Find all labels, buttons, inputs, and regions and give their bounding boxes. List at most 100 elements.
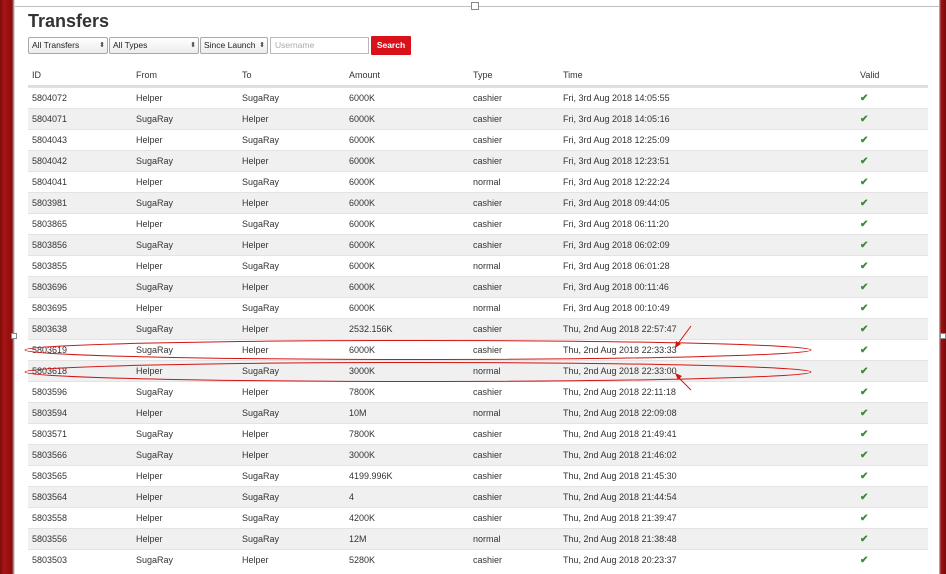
cell-id: 5803865	[32, 219, 68, 229]
period-select-value: Since Launch	[204, 40, 256, 50]
cell-to: Helper	[242, 156, 269, 166]
cell-from: Helper	[136, 261, 163, 271]
table-row[interactable]: 5803565 Helper SugaRay 4199.996K cashier Thu,…	[28, 465, 928, 486]
header-type[interactable]: Type	[473, 67, 493, 83]
checkmark-icon: ✔	[860, 555, 869, 566]
table-row[interactable]: 5804072 Helper SugaRay 6000K cashier Fri, 3rd…	[28, 87, 928, 108]
cell-time: Fri, 3rd Aug 2018 06:02:09	[563, 240, 670, 250]
resize-handle-left[interactable]	[11, 333, 17, 339]
checkmark-icon: ✔	[860, 93, 869, 104]
table-row[interactable]: 5803556 Helper SugaRay 12M normal Thu, 2nd Au…	[28, 528, 928, 549]
cell-id: 5803556	[32, 534, 68, 544]
cell-amount: 10M	[349, 408, 367, 418]
header-amount[interactable]: Amount	[349, 67, 380, 83]
updown-arrow-icon: ⬍	[259, 42, 265, 49]
updown-arrow-icon: ⬍	[99, 42, 105, 49]
table-row[interactable]: 5804042 SugaRay Helper 6000K cashier Fri, 3rd…	[28, 150, 928, 171]
cell-type: cashier	[473, 198, 503, 208]
cell-id: 5803594	[32, 408, 68, 418]
cell-amount: 5280K	[349, 555, 376, 565]
cell-from: SugaRay	[136, 555, 174, 565]
header-id[interactable]: ID	[32, 67, 41, 83]
transfers-select[interactable]: All Transfers ⬍	[28, 37, 108, 54]
cell-to: Helper	[242, 282, 269, 292]
cell-to: Helper	[242, 114, 269, 124]
username-input[interactable]: Username	[270, 37, 369, 54]
table-row[interactable]: 5803619 SugaRay Helper 6000K cashier Thu, 2nd…	[28, 339, 928, 360]
cell-from: Helper	[136, 219, 163, 229]
cell-id: 5803503	[32, 555, 68, 565]
table-row[interactable]: 5803566 SugaRay Helper 3000K cashier Thu, 2nd…	[28, 444, 928, 465]
resize-handle-top[interactable]	[471, 2, 479, 10]
cell-type: cashier	[473, 555, 503, 565]
cell-time: Thu, 2nd Aug 2018 22:57:47	[563, 324, 677, 334]
header-valid[interactable]: Valid	[860, 67, 879, 83]
cell-type: normal	[473, 261, 501, 271]
cell-to: Helper	[242, 555, 269, 565]
cell-id: 5803618	[32, 366, 68, 376]
table-body: 5804072 Helper SugaRay 6000K cashier Fri, 3rd…	[28, 87, 928, 570]
cell-amount: 3000K	[349, 450, 376, 460]
cell-type: cashier	[473, 387, 503, 397]
types-select-value: All Types	[113, 40, 148, 50]
resize-handle-right[interactable]	[940, 333, 946, 339]
table-row[interactable]: 5803558 Helper SugaRay 4200K cashier Thu, 2nd…	[28, 507, 928, 528]
table-row[interactable]: 5803594 Helper SugaRay 10M normal Thu, 2nd Au…	[28, 402, 928, 423]
checkmark-icon: ✔	[860, 177, 869, 188]
table-row[interactable]: 5803596 SugaRay Helper 7800K cashier Thu, 2nd…	[28, 381, 928, 402]
table-row[interactable]: 5803695 Helper SugaRay 6000K normal Fri, 3rd …	[28, 297, 928, 318]
cell-type: cashier	[473, 135, 503, 145]
header-time[interactable]: Time	[563, 67, 583, 83]
checkmark-icon: ✔	[860, 303, 869, 314]
window-frame-right	[939, 0, 946, 574]
header-to[interactable]: To	[242, 67, 252, 83]
period-select[interactable]: Since Launch ⬍	[200, 37, 268, 54]
table-row[interactable]: 5803564 Helper SugaRay 4 cashier Thu, 2nd Aug…	[28, 486, 928, 507]
types-select[interactable]: All Types ⬍	[109, 37, 199, 54]
page-title: Transfers	[28, 11, 110, 31]
table-row[interactable]: 5803503 SugaRay Helper 5280K cashier Thu, 2nd…	[28, 549, 928, 570]
cell-to: Helper	[242, 387, 269, 397]
cell-amount: 6000K	[349, 261, 376, 271]
search-button[interactable]: Search	[371, 36, 411, 55]
table-row[interactable]: 5803981 SugaRay Helper 6000K cashier Fri, 3rd…	[28, 192, 928, 213]
header-from[interactable]: From	[136, 67, 157, 83]
cell-from: Helper	[136, 471, 163, 481]
cell-from: SugaRay	[136, 429, 174, 439]
cell-type: cashier	[473, 429, 503, 439]
cell-id: 5803855	[32, 261, 68, 271]
checkmark-icon: ✔	[860, 198, 869, 209]
table-row[interactable]: 5803618 Helper SugaRay 3000K normal Thu, 2nd …	[28, 360, 928, 381]
cell-amount: 6000K	[349, 198, 376, 208]
table-row[interactable]: 5803855 Helper SugaRay 6000K normal Fri, 3rd …	[28, 255, 928, 276]
cell-time: Fri, 3rd Aug 2018 00:11:46	[563, 282, 669, 292]
table-row[interactable]: 5804071 SugaRay Helper 6000K cashier Fri, 3rd…	[28, 108, 928, 129]
cell-from: SugaRay	[136, 345, 174, 355]
cell-to: SugaRay	[242, 471, 280, 481]
cell-id: 5803566	[32, 450, 68, 460]
cell-amount: 2532.156K	[349, 324, 393, 334]
cell-type: cashier	[473, 240, 503, 250]
checkmark-icon: ✔	[860, 135, 869, 146]
checkmark-icon: ✔	[860, 219, 869, 230]
table-header: ID From To Amount Type Time Valid	[28, 67, 928, 87]
transfers-select-value: All Transfers	[32, 40, 80, 50]
cell-time: Thu, 2nd Aug 2018 21:44:54	[563, 492, 677, 502]
table-row[interactable]: 5803865 Helper SugaRay 6000K cashier Fri, 3rd…	[28, 213, 928, 234]
cell-amount: 7800K	[349, 429, 376, 439]
cell-type: cashier	[473, 513, 503, 523]
username-placeholder: Username	[275, 40, 315, 50]
table-row[interactable]: 5804043 Helper SugaRay 6000K cashier Fri, 3rd…	[28, 129, 928, 150]
cell-to: Helper	[242, 429, 269, 439]
table-row[interactable]: 5803571 SugaRay Helper 7800K cashier Thu, 2nd…	[28, 423, 928, 444]
table-row[interactable]: 5803638 SugaRay Helper 2532.156K cashier Thu,…	[28, 318, 928, 339]
transfers-table: ID From To Amount Type Time Valid 580407…	[28, 67, 928, 570]
cell-amount: 6000K	[349, 156, 376, 166]
table-row[interactable]: 5803696 SugaRay Helper 6000K cashier Fri, 3rd…	[28, 276, 928, 297]
checkmark-icon: ✔	[860, 450, 869, 461]
table-row[interactable]: 5804041 Helper SugaRay 6000K normal Fri, 3rd …	[28, 171, 928, 192]
cell-id: 5803571	[32, 429, 68, 439]
table-row[interactable]: 5803856 SugaRay Helper 6000K cashier Fri, 3rd…	[28, 234, 928, 255]
checkmark-icon: ✔	[860, 156, 869, 167]
cell-to: SugaRay	[242, 534, 280, 544]
